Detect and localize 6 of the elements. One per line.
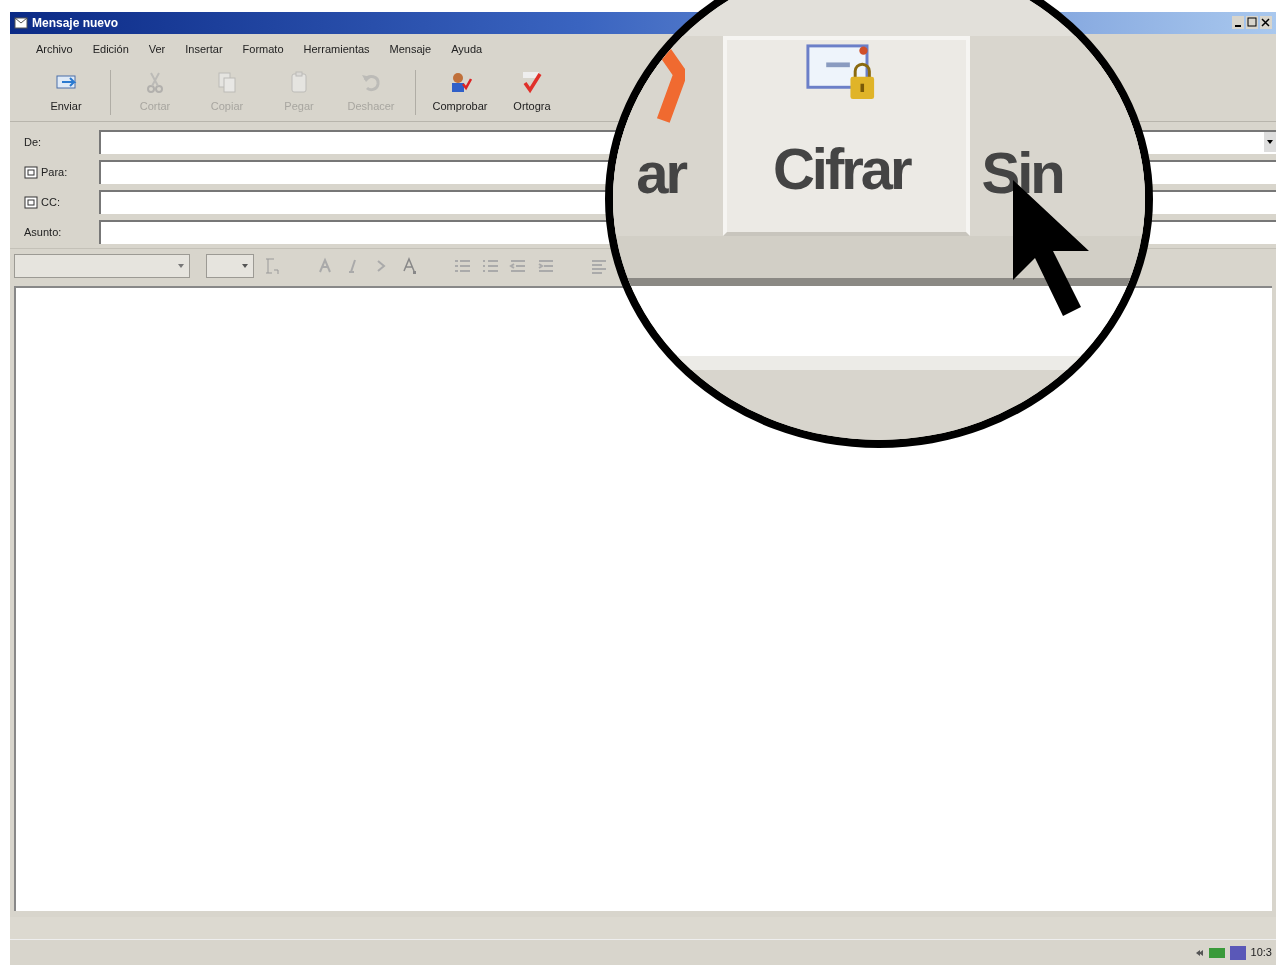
field-label: Asunto: [24,224,62,240]
field-label: De: [24,134,42,150]
field-label: Para: [41,164,68,180]
field-label: CC: [41,194,60,210]
clock: 10:3 [1250,945,1272,961]
window-title: Mensaje nuevo [32,15,119,32]
